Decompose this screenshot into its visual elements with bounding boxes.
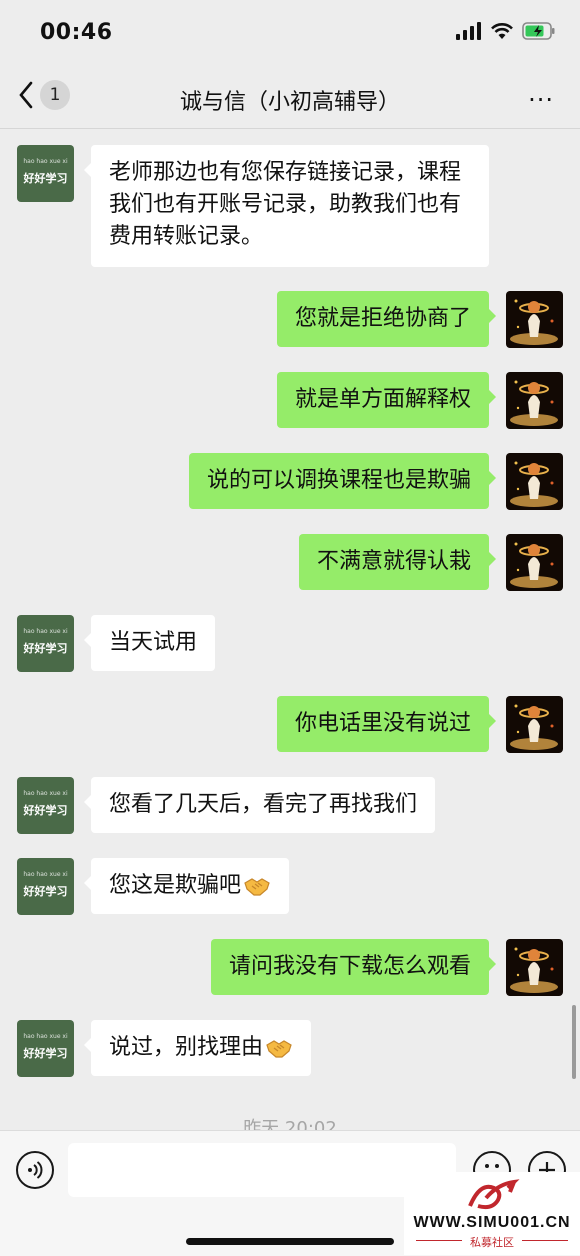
sent-message-bubble[interactable]: 请问我没有下载怎么观看 (210, 939, 497, 995)
received-message-bubble[interactable]: 老师那边也有您保存链接记录，课程我们也有开账号记录，助教我们也有费用转账记录。 (84, 145, 489, 267)
user-avatar[interactable] (506, 453, 563, 510)
watermark-logo (468, 1179, 520, 1210)
received-message-bubble[interactable]: 当天试用 (83, 615, 216, 671)
sent-message-bubble[interactable]: 说的可以调换课程也是欺骗 (188, 453, 497, 509)
time-divider: 昨天 20:02 (243, 1118, 337, 1130)
user-avatar[interactable] (506, 372, 563, 429)
contact-avatar[interactable]: hao hao xue xi 好好学习 (17, 858, 74, 915)
nav-bar: 1 诚与信（小初高辅导） ··· (0, 70, 580, 129)
sent-message-bubble[interactable]: 就是单方面解释权 (276, 372, 497, 428)
chat-message-list[interactable]: hao hao xue xi 好好学习 老师那边也有您保存链接记录，课程我们也有… (0, 129, 580, 1130)
contact-avatar[interactable]: hao hao xue xi 好好学习 (17, 1020, 74, 1077)
user-avatar[interactable] (506, 534, 563, 591)
contact-avatar[interactable]: hao hao xue xi 好好学习 (17, 615, 74, 672)
watermark-url: WWW.SIMU001.CN (413, 1214, 571, 1231)
watermark-subtitle: 私募社区 (470, 1236, 514, 1249)
received-message-bubble[interactable]: 说过，别找理由 (83, 1020, 312, 1076)
status-icons (456, 22, 556, 40)
contact-avatar[interactable]: hao hao xue xi 好好学习 (17, 777, 74, 834)
wifi-icon (491, 23, 513, 39)
user-avatar[interactable] (506, 939, 563, 996)
sent-message-bubble[interactable]: 你电话里没有说过 (276, 696, 497, 752)
received-message-bubble[interactable]: 您这是欺骗吧 (83, 858, 290, 914)
chat-title: 诚与信（小初高辅导） (179, 90, 400, 115)
message-text: 您这是欺骗吧 (109, 873, 242, 898)
scrollbar[interactable] (572, 1005, 576, 1079)
battery-charging-icon (522, 22, 555, 40)
voice-icon (28, 1161, 43, 1179)
status-bar: 00:46 (0, 0, 580, 70)
received-message-bubble[interactable]: 您看了几天后，看完了再找我们 (83, 777, 436, 833)
more-options-button[interactable]: ··· (528, 86, 554, 114)
voice-input-button[interactable] (16, 1151, 54, 1189)
handshake-icon (244, 878, 270, 896)
signal-icon (456, 22, 481, 40)
contact-avatar[interactable]: hao hao xue xi 好好学习 (17, 145, 74, 202)
status-time: 00:46 (40, 20, 113, 45)
message-text: 说过，别找理由 (109, 1035, 264, 1060)
user-avatar[interactable] (506, 696, 563, 753)
handshake-icon (266, 1040, 292, 1058)
sent-message-bubble[interactable]: 不满意就得认栽 (298, 534, 497, 590)
user-avatar[interactable] (506, 291, 563, 348)
sent-message-bubble[interactable]: 您就是拒绝协商了 (276, 291, 497, 347)
home-indicator (186, 1238, 394, 1245)
message-input[interactable] (68, 1143, 456, 1197)
watermark: WWW.SIMU001.CN 私募社区 (404, 1172, 580, 1255)
